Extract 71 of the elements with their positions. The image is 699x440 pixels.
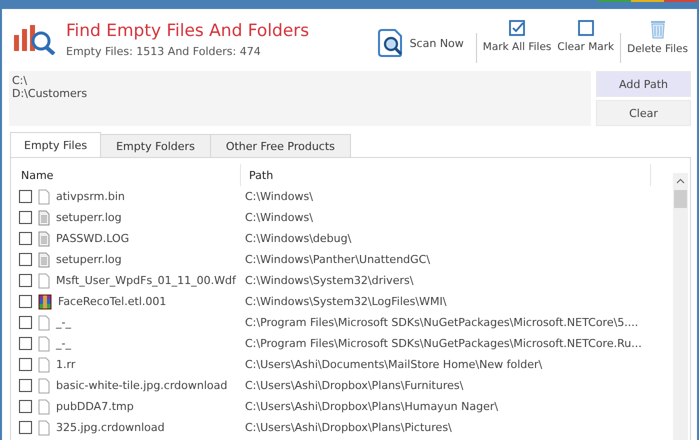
row-checkbox[interactable] <box>19 295 32 308</box>
file-name: setuperr.log <box>56 253 122 266</box>
path-button[interactable]: Clear <box>596 100 691 126</box>
file-icon <box>38 188 50 204</box>
file-icon <box>38 420 50 436</box>
file-icon <box>38 398 50 414</box>
path-button[interactable]: Add Path <box>596 71 691 97</box>
row-checkbox[interactable] <box>19 337 32 350</box>
tab[interactable]: Empty Files <box>10 132 102 157</box>
text-file-icon <box>38 210 50 226</box>
row-checkbox[interactable] <box>19 400 32 413</box>
file-name: basic-white-tile.jpg.crdownload <box>56 379 228 392</box>
file-path: C:\Program Files\Microsoft SDKs\NuGetPackages\Microsoft.NETCore\5.... <box>244 316 640 329</box>
file-name: 1.rr <box>56 358 76 371</box>
app-title: Find Empty Files And Folders <box>66 21 310 41</box>
text-file-icon <box>38 252 50 268</box>
file-path: C:\Windows\ <box>244 211 314 224</box>
file-path: C:\Users\Ashi\Documents\MailStore Home\New folder\ <box>244 358 544 371</box>
checkbox-empty-icon <box>576 19 595 37</box>
scan-location[interactable]: D:\Customers <box>12 87 588 100</box>
file-name: pubDDA7.tmp <box>56 400 134 413</box>
tab[interactable]: Empty Folders <box>100 134 211 157</box>
file-icon <box>38 272 50 288</box>
file-name: Msft_User_WpdFs_01_11_00.Wdf <box>56 274 236 287</box>
row-checkbox[interactable] <box>19 421 32 434</box>
checkbox-checked-icon <box>508 19 526 37</box>
row-checkbox[interactable] <box>19 232 32 245</box>
row-checkbox[interactable] <box>19 190 32 203</box>
row-checkbox[interactable] <box>19 253 32 266</box>
column-header[interactable]: Name <box>13 164 241 186</box>
clear-mark-button[interactable]: Clear Mark <box>554 17 618 55</box>
file-icon <box>38 314 50 330</box>
file-path: C:\Windows\debug\ <box>244 232 352 245</box>
scan-now-button[interactable]: Scan Now <box>372 17 467 61</box>
file-name: 325.jpg.crdownload <box>56 421 165 434</box>
row-checkbox[interactable] <box>19 274 32 287</box>
file-icon <box>38 378 50 394</box>
file-icon <box>38 356 50 372</box>
file-count-summary: Empty Files: 1513 And Folders: 474 <box>66 45 262 58</box>
row-checkbox[interactable] <box>19 316 32 329</box>
file-path: C:\Windows\ <box>244 190 314 203</box>
trash-icon <box>648 19 667 39</box>
tab[interactable]: Other Free Products <box>210 134 351 157</box>
file-name: setuperr.log <box>56 211 122 224</box>
file-path: C:\Users\Ashi\Dropbox\Plans\Humayun Nager\ <box>244 400 500 413</box>
mark-all-button[interactable]: Mark All Files <box>480 17 554 55</box>
file-name: PASSWD.LOG <box>56 232 130 245</box>
column-header[interactable]: Path <box>241 164 651 186</box>
delete-files-button[interactable]: Delete Files <box>624 17 691 57</box>
logo-icon <box>12 23 58 55</box>
path-list[interactable]: C:\ D:\Customers <box>9 71 591 126</box>
file-name: ativpsrm.bin <box>56 190 125 203</box>
file-path: C:\Windows\System32\LogFiles\WMI\ <box>244 295 448 308</box>
scrollbar[interactable] <box>673 173 688 440</box>
file-path: C:\Users\Ashi\Dropbox\Plans\Pictures\ <box>244 421 453 434</box>
file-name: FaceRecoTel.etl.001 <box>58 295 166 308</box>
file-name: _-_ <box>56 316 71 329</box>
file-icon <box>38 336 50 352</box>
row-checkbox[interactable] <box>19 211 32 224</box>
file-name: _-_ <box>56 337 71 350</box>
text-file-icon <box>38 230 50 246</box>
file-path: C:\Windows\Panther\UnattendGC\ <box>244 253 432 266</box>
row-checkbox[interactable] <box>19 379 32 392</box>
scroll-up-icon[interactable] <box>676 178 685 184</box>
file-path: C:\Users\Ashi\Dropbox\Plans\Furnitures\ <box>244 379 464 392</box>
row-checkbox[interactable] <box>19 358 32 371</box>
archive-icon <box>38 294 52 310</box>
scan-location[interactable]: C:\ <box>12 74 588 87</box>
file-path: C:\Program Files\Microsoft SDKs\NuGetPackages\Microsoft.NETCore.Ru... <box>244 337 643 350</box>
scrollbar-thumb[interactable] <box>674 190 687 208</box>
file-path: C:\Windows\System32\drivers\ <box>244 274 414 287</box>
